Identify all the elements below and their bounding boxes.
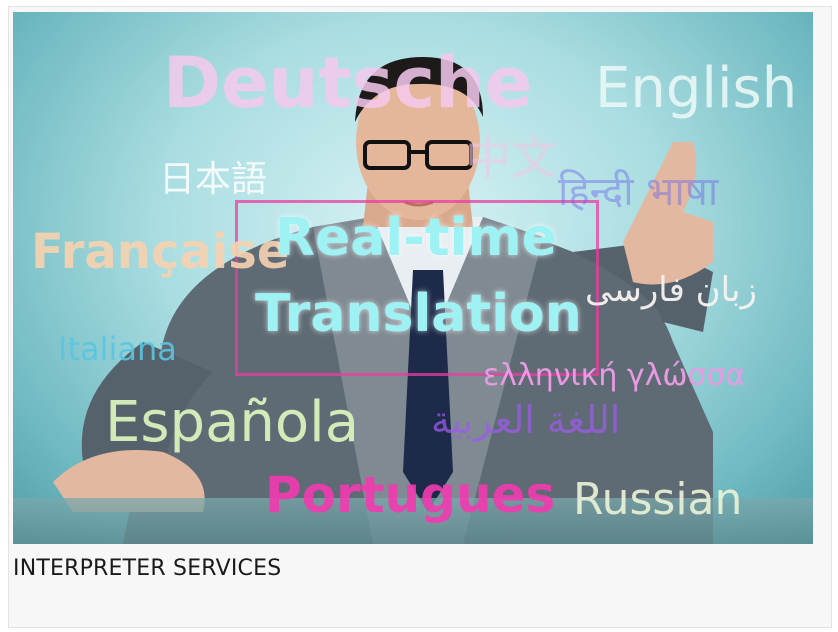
lang-italiana: Italiana — [58, 330, 177, 368]
service-hero-image[interactable]: Deutsche English 日本語 中文 हिन्दी भाषा Fran… — [13, 12, 813, 544]
lang-arabic: اللغة العربية — [431, 398, 621, 442]
service-title[interactable]: INTERPRETER SERVICES — [13, 556, 281, 581]
lang-portugues: Portugues — [265, 466, 556, 524]
lang-russian: Russian — [573, 474, 743, 525]
lang-greek: ελληνική γλώσσα — [483, 358, 746, 393]
lang-hindi: हिन्दी भाषा — [558, 169, 719, 215]
lang-english: English — [595, 56, 798, 121]
lang-persian: زبان فارسی — [585, 270, 757, 310]
lang-chinese: 中文 — [465, 131, 557, 185]
lang-espanola: Española — [105, 390, 360, 455]
lang-deutsche: Deutsche — [163, 42, 533, 124]
lang-japanese: 日本語 — [159, 159, 268, 200]
headline-translation: Translation — [255, 284, 582, 344]
lang-francaise: Française — [31, 224, 290, 280]
headline-real-time: Real-time — [275, 208, 557, 268]
